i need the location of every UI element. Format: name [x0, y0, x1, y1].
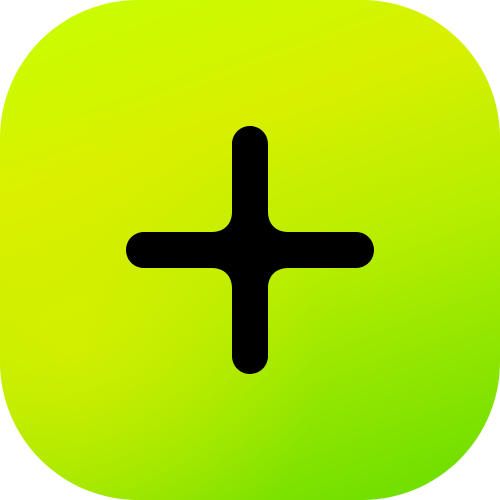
plus-glyph-shape: [126, 126, 374, 374]
plus-icon: [126, 126, 374, 374]
canvas: [0, 0, 500, 500]
add-app-icon[interactable]: [0, 0, 500, 500]
